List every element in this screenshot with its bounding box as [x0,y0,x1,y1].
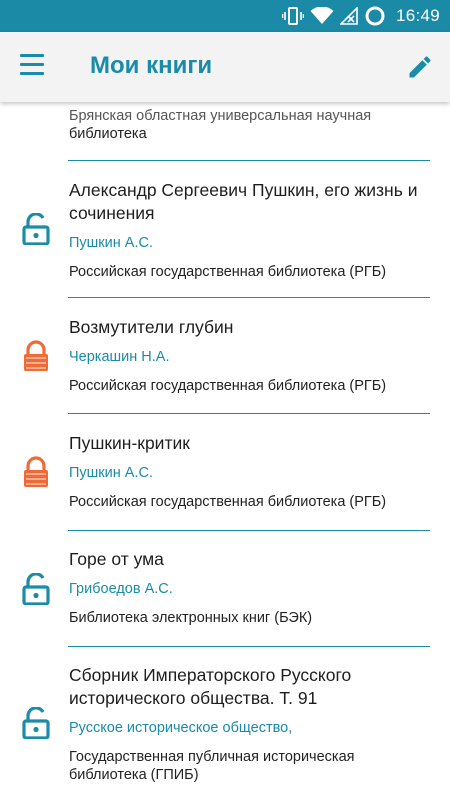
lock-open-icon [22,213,50,245]
page-title: Мои книги [90,52,213,79]
menu-icon [20,54,48,75]
no-sim-icon [339,7,358,25]
vibrate-icon [281,7,304,25]
clock: 16:49 [395,6,440,25]
book-title: Александр Сергеевич Пушкин, его жизнь и … [69,180,418,223]
book-library: Российская государственная библиотека (Р… [69,494,387,510]
list-item[interactable]: Сборник Императорского Русского историче… [0,647,450,800]
book-author[interactable]: Пушкин А.С. [69,234,430,252]
book-author[interactable]: Грибоедов А.С. [69,580,430,598]
lock-closed-icon [24,340,48,371]
edit-button[interactable] [406,53,434,81]
list-item[interactable]: Брянская областная универсальная научная… [0,102,450,160]
wifi-icon [310,7,334,24]
book-title: Горе от ума [69,549,164,569]
book-library: Государственная публичная историческая б… [69,749,355,783]
book-author[interactable]: Черкашин Н.А. [69,348,430,366]
book-library: Брянская областная универсальная научная… [69,108,372,142]
list-item[interactable]: Александр Сергеевич Пушкин, его жизнь и … [0,161,450,297]
lock-closed-icon [24,456,48,487]
list-item[interactable]: Пушкин-критик Пушкин А.С. Российская гос… [0,414,450,530]
book-list[interactable]: Брянская областная универсальная научная… [0,102,450,800]
menu-button[interactable] [20,54,48,80]
app-bar: Мои книги [0,32,450,102]
list-item[interactable]: Возмутители глубин Черкашин Н.А. Российс… [0,298,450,414]
book-library: Российская государственная библиотека (Р… [69,264,387,280]
battery-icon [365,6,385,26]
book-library: Библиотека электронных книг (БЭК) [69,610,313,626]
edit-pencil-icon [409,56,431,78]
lock-open-icon [22,573,50,605]
status-bar: 16:49 [0,0,450,32]
book-author[interactable]: Пушкин А.С. [69,464,430,482]
book-author[interactable]: Русское историческое общество, [69,719,430,737]
book-title: Сборник Императорского Русского историче… [69,665,352,708]
lock-open-icon [22,707,50,739]
book-title: Возмутители глубин [69,317,234,337]
list-item[interactable]: Горе от ума Грибоедов А.С. Библиотека эл… [0,531,450,646]
book-title: Пушкин-критик [69,433,190,453]
book-library: Российская государственная библиотека (Р… [69,378,387,394]
